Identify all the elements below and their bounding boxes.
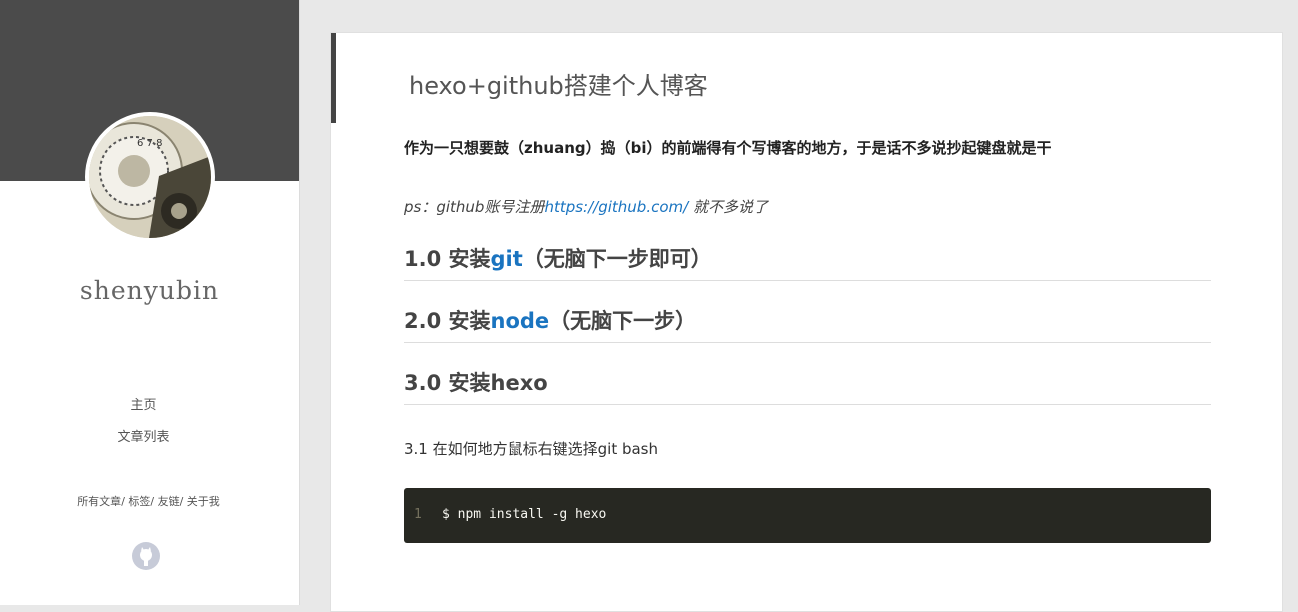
ps-suffix: 就不多说了	[688, 198, 768, 216]
node-link[interactable]: node	[491, 309, 550, 333]
post-intro: 作为一只想要鼓（zhuang）捣（bi）的前端得有个写博客的地方，于是话不多说抄…	[404, 139, 1052, 157]
heading-prefix: 1.0 安装	[404, 247, 491, 271]
heading-install-node: 2.0 安装node（无脑下一步）	[404, 300, 1211, 343]
link-separator: /	[179, 495, 187, 508]
heading-prefix: 2.0 安装	[404, 309, 491, 333]
heading-install-hexo: 3.0 安装hexo	[404, 362, 1211, 405]
heading-install-git: 1.0 安装git（无脑下一步即可）	[404, 238, 1211, 281]
step-text: 3.1 在如何地方鼠标右键选择git bash	[404, 440, 658, 458]
link-all-articles[interactable]: 所有文章	[77, 495, 121, 508]
author-name: shenyubin	[79, 276, 220, 305]
ps-prefix: ps：github账号注册	[404, 198, 545, 216]
svg-text:6 7 8: 6 7 8	[137, 138, 162, 149]
sidebar: 6 7 8 shenyubin 主页 文章列表 所有文章/ 标签/ 友链/ 关于…	[0, 0, 300, 605]
sidebar-links: 所有文章/ 标签/ 友链/ 关于我	[0, 493, 297, 509]
sidebar-nav: 主页 文章列表	[0, 390, 287, 454]
github-icon-glyph	[140, 547, 152, 566]
code-line-number: 1	[414, 507, 422, 522]
code-command: $ npm install -g hexo	[442, 507, 607, 522]
github-signup-link[interactable]: https://github.com/	[544, 198, 688, 216]
post-title[interactable]: hexo+github搭建个人博客	[409, 66, 708, 101]
nav-home[interactable]: 主页	[0, 390, 287, 422]
link-friends[interactable]: 友链	[158, 495, 180, 508]
github-icon[interactable]	[132, 542, 160, 570]
link-separator: /	[150, 495, 158, 508]
link-tags[interactable]: 标签	[128, 495, 150, 508]
avatar-image: 6 7 8	[89, 116, 211, 238]
link-about[interactable]: 关于我	[187, 495, 220, 508]
post-ps: ps：github账号注册https://github.com/ 就不多说了	[404, 196, 768, 217]
git-link[interactable]: git	[491, 247, 523, 271]
nav-article-list[interactable]: 文章列表	[0, 422, 287, 454]
code-block[interactable]: 1 $ npm install -g hexo	[404, 488, 1211, 543]
heading-suffix: （无脑下一步）	[549, 309, 697, 333]
heading-suffix: （无脑下一步即可）	[522, 247, 712, 271]
title-accent-bar	[331, 33, 336, 123]
post-card: hexo+github搭建个人博客 作为一只想要鼓（zhuang）捣（bi）的前…	[330, 32, 1283, 612]
avatar[interactable]: 6 7 8	[85, 112, 215, 242]
